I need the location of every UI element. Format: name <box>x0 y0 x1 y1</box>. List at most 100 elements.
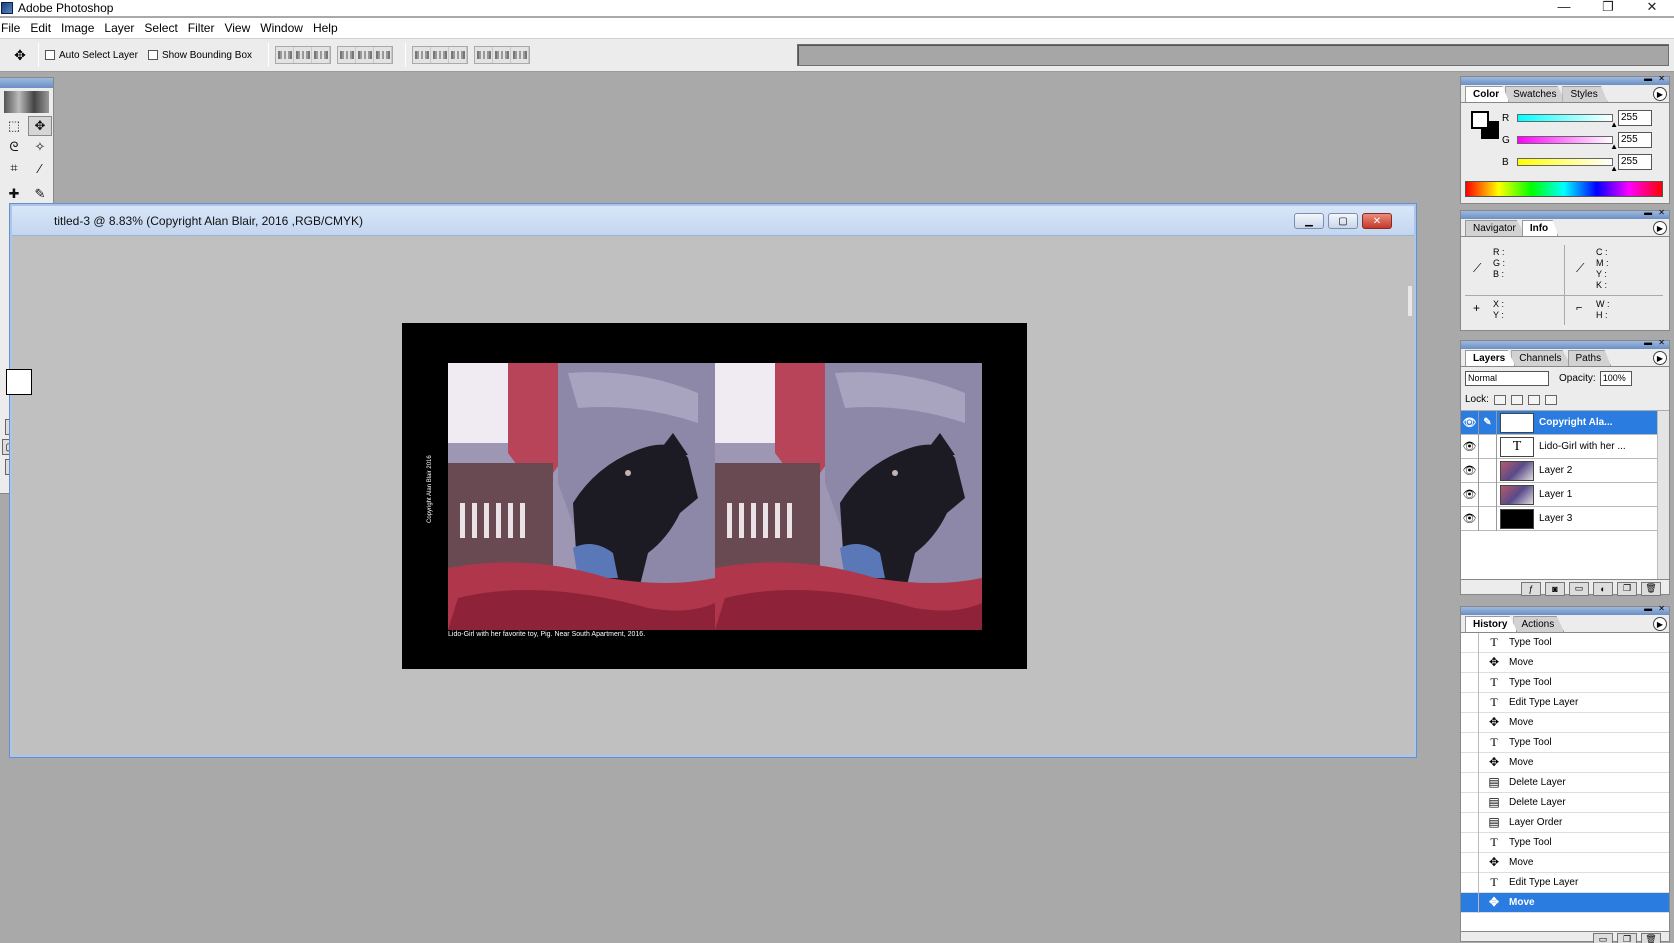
new-group-icon[interactable]: ▭ <box>1569 581 1589 596</box>
minimize-button[interactable]: — <box>1542 0 1586 16</box>
menu-image[interactable]: Image <box>61 21 104 35</box>
panel-menu-arrow-icon[interactable]: ▶ <box>1653 617 1667 631</box>
history-item[interactable]: ✥ Move <box>1461 852 1669 873</box>
layer-link-icon[interactable] <box>1479 458 1497 483</box>
delete-state-icon[interactable]: 🗑 <box>1641 932 1661 943</box>
layer-link-icon[interactable] <box>1479 506 1497 531</box>
slice-tool-icon[interactable]: ⁄ <box>28 158 52 178</box>
distribute-left-button[interactable] <box>475 47 494 63</box>
history-item[interactable]: ▤ Layer Order <box>1461 812 1669 833</box>
layer-row[interactable]: 👁 Layer 1 <box>1461 482 1669 507</box>
distribute-hcenter-button[interactable] <box>493 47 512 63</box>
document-scroll-indicator[interactable] <box>1408 286 1412 316</box>
color-spectrum-bar[interactable] <box>1465 181 1663 197</box>
layer-row[interactable]: 👁 ✎ T Copyright Ala... <box>1461 410 1669 435</box>
layer-list-scrollbar[interactable] <box>1657 411 1669 579</box>
layer-row[interactable]: 👁 T Lido-Girl with her ... <box>1461 434 1669 459</box>
tab-layers[interactable]: Layers <box>1465 350 1516 366</box>
brush-tool-icon[interactable]: ✎ <box>28 184 52 204</box>
history-brush-source-box[interactable] <box>1461 852 1479 873</box>
eye-icon[interactable]: 👁 <box>1461 434 1479 459</box>
align-hcenter-button[interactable] <box>356 47 375 63</box>
marquee-tool-icon[interactable]: ⬚ <box>2 116 26 136</box>
move-tool-icon[interactable]: ✥ <box>8 44 32 66</box>
lock-image-checkbox[interactable] <box>1510 394 1523 405</box>
eye-icon[interactable]: 👁 <box>1461 458 1479 483</box>
panel-menu-arrow-icon[interactable]: ▶ <box>1653 221 1667 235</box>
new-document-from-state-icon[interactable]: ▭ <box>1593 932 1613 943</box>
eye-icon[interactable]: 👁 <box>1461 482 1479 507</box>
healing-brush-tool-icon[interactable]: ✚ <box>2 184 26 204</box>
panel-header[interactable] <box>1461 338 1669 349</box>
foreground-color-swatch[interactable] <box>6 369 32 395</box>
align-top-button[interactable] <box>276 47 295 63</box>
history-brush-source-box[interactable] <box>1461 892 1479 913</box>
tab-styles[interactable]: Styles <box>1562 86 1608 102</box>
document-maximize-button[interactable]: ▢ <box>1328 213 1358 229</box>
close-button[interactable]: ✕ <box>1630 0 1674 16</box>
menu-file[interactable]: File <box>1 21 30 35</box>
show-bounding-box-checkbox[interactable]: Show Bounding Box <box>147 50 252 61</box>
distribute-top-button[interactable] <box>413 47 432 63</box>
tab-swatches[interactable]: Swatches <box>1505 86 1567 102</box>
history-brush-source-box[interactable] <box>1461 872 1479 893</box>
restore-button[interactable]: ❐ <box>1586 0 1630 16</box>
layer-link-icon[interactable] <box>1479 482 1497 507</box>
image-canvas[interactable]: Lido-Girl with her favorite toy, Pig. Ne… <box>402 323 1027 669</box>
distribute-right-button[interactable] <box>511 47 530 63</box>
menu-edit[interactable]: Edit <box>30 21 61 35</box>
document-title-bar[interactable]: titled-3 @ 8.83% (Copyright Alan Blair, … <box>12 206 1414 236</box>
new-snapshot-icon[interactable]: ❐ <box>1617 932 1637 943</box>
distribute-vcenter-button[interactable] <box>431 47 450 63</box>
lock-transparency-checkbox[interactable] <box>1493 394 1506 405</box>
blend-mode-select[interactable]: Normal <box>1465 370 1549 386</box>
eye-icon[interactable]: 👁 <box>1461 506 1479 531</box>
tab-paths[interactable]: Paths <box>1567 350 1612 366</box>
history-item[interactable]: T Type Tool <box>1461 633 1669 653</box>
history-item[interactable]: T Type Tool <box>1461 672 1669 693</box>
history-brush-source-box[interactable] <box>1461 792 1479 813</box>
layer-style-icon[interactable]: ƒ <box>1521 581 1541 596</box>
panel-menu-arrow-icon[interactable]: ▶ <box>1653 87 1667 101</box>
auto-select-layer-checkbox[interactable]: Auto Select Layer <box>45 50 138 61</box>
history-brush-source-box[interactable] <box>1461 692 1479 713</box>
menu-window[interactable]: Window <box>260 21 313 35</box>
layer-row[interactable]: 👁 Layer 2 <box>1461 458 1669 483</box>
menu-layer[interactable]: Layer <box>104 21 144 35</box>
history-item[interactable]: T Type Tool <box>1461 832 1669 853</box>
delete-layer-icon[interactable]: 🗑 <box>1641 581 1661 596</box>
history-item[interactable]: ✥ Move <box>1461 712 1669 733</box>
history-item[interactable]: T Type Tool <box>1461 732 1669 753</box>
crop-tool-icon[interactable]: ⌗ <box>2 158 26 178</box>
history-brush-source-box[interactable] <box>1461 712 1479 733</box>
menu-help[interactable]: Help <box>313 21 348 35</box>
tab-navigator[interactable]: Navigator <box>1465 220 1526 236</box>
menu-select[interactable]: Select <box>144 21 187 35</box>
history-brush-source-box[interactable] <box>1461 672 1479 693</box>
lock-position-checkbox[interactable] <box>1527 394 1540 405</box>
adobe-online-logo[interactable] <box>4 91 49 113</box>
magic-wand-tool-icon[interactable]: ✧ <box>28 137 52 157</box>
history-item[interactable]: ✥ Move <box>1461 892 1669 913</box>
history-brush-source-box[interactable] <box>1461 633 1479 653</box>
lock-all-checkbox[interactable] <box>1544 394 1557 405</box>
panel-header[interactable] <box>1461 604 1669 615</box>
align-bottom-button[interactable] <box>312 47 331 63</box>
align-left-button[interactable] <box>338 47 357 63</box>
tab-info[interactable]: Info <box>1521 220 1559 236</box>
add-mask-icon[interactable]: ◙ <box>1545 581 1565 596</box>
panel-header[interactable] <box>1461 208 1669 219</box>
tab-color[interactable]: Color <box>1465 86 1510 102</box>
layer-row[interactable]: 👁 Layer 3 <box>1461 506 1669 531</box>
new-adjustment-layer-icon[interactable]: ◐ <box>1593 581 1613 596</box>
history-brush-source-box[interactable] <box>1461 832 1479 853</box>
opacity-input[interactable]: 100% <box>1599 370 1632 386</box>
menu-filter[interactable]: Filter <box>188 21 225 35</box>
history-brush-source-box[interactable] <box>1461 812 1479 833</box>
align-vcenter-button[interactable] <box>294 47 313 63</box>
history-brush-source-box[interactable] <box>1461 732 1479 753</box>
history-item[interactable]: T Edit Type Layer <box>1461 692 1669 713</box>
history-item[interactable]: ▤ Delete Layer <box>1461 792 1669 813</box>
panel-header[interactable] <box>1461 74 1669 85</box>
tab-history[interactable]: History <box>1465 616 1518 632</box>
